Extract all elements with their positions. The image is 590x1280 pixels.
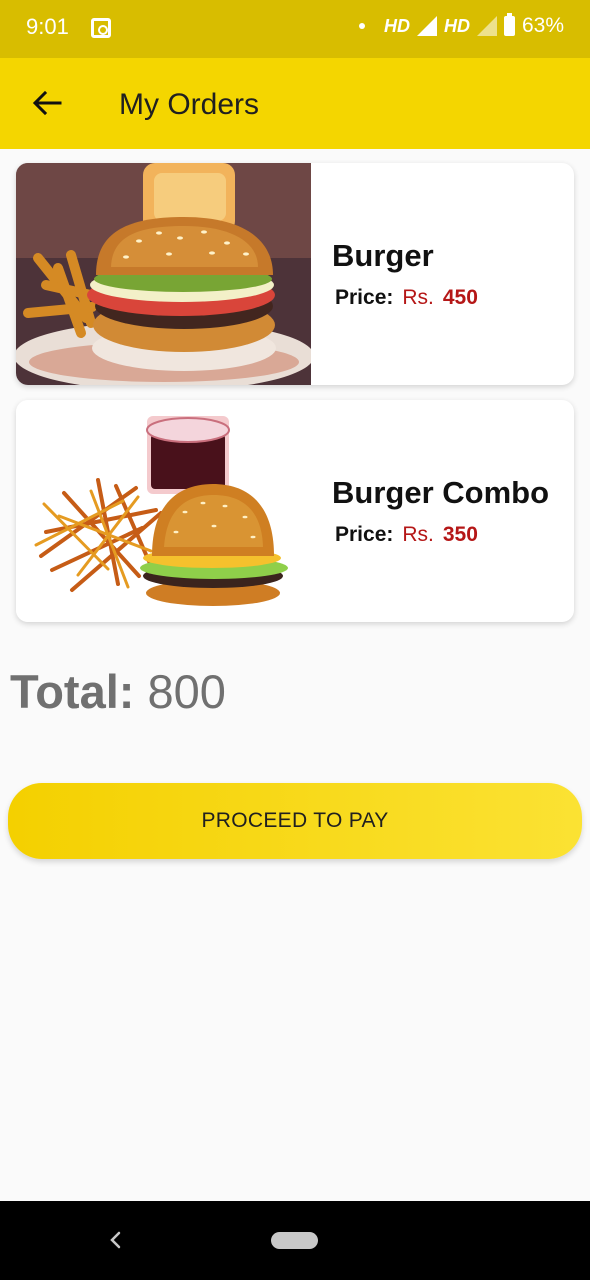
burger-image: [16, 163, 311, 385]
battery-icon: [503, 13, 515, 36]
proceed-to-pay-button[interactable]: PROCEED TO PAY: [8, 783, 582, 859]
status-time: 9:01: [26, 14, 69, 39]
order-card-burger[interactable]: Burger Price: Rs. 450: [16, 163, 574, 385]
battery-percentage: 63%: [521, 14, 564, 37]
price-row: Price: Rs. 350: [335, 523, 478, 547]
home-pill-icon[interactable]: [271, 1232, 318, 1249]
notification-app-icon: [91, 18, 111, 38]
price-label: Price:: [335, 523, 394, 546]
status-indicators: HD HD 63%: [358, 13, 564, 38]
total-label: Total:: [10, 665, 135, 718]
app-bar: My Orders: [0, 58, 590, 149]
signal-strength-icon: [416, 16, 437, 36]
order-card-burger-combo[interactable]: Burger Combo Price: Rs. 350: [16, 400, 574, 622]
system-navigation-bar: [0, 1201, 590, 1280]
price-currency: Rs.: [402, 286, 434, 309]
order-total: Total: 800: [10, 664, 226, 719]
network-type-2: HD: [443, 15, 470, 36]
page-title: My Orders: [119, 88, 260, 121]
order-item-name: Burger: [332, 238, 434, 273]
roaming-signal-icon: [476, 16, 497, 36]
total-value: 800: [147, 665, 226, 718]
price-row: Price: Rs. 450: [335, 286, 478, 310]
network-type-1: HD: [383, 15, 410, 36]
price-value: 450: [442, 286, 478, 309]
order-item-name: Burger Combo: [332, 475, 549, 510]
arrow-left-icon[interactable]: [30, 86, 64, 120]
notification-dot-icon: [358, 23, 365, 29]
burger-combo-image: [16, 400, 311, 622]
price-currency: Rs.: [402, 523, 434, 546]
price-value: 350: [442, 523, 478, 546]
price-label: Price:: [335, 286, 394, 309]
status-bar: 9:01 HD HD 63%: [0, 0, 590, 58]
system-back-icon[interactable]: [108, 1231, 122, 1249]
